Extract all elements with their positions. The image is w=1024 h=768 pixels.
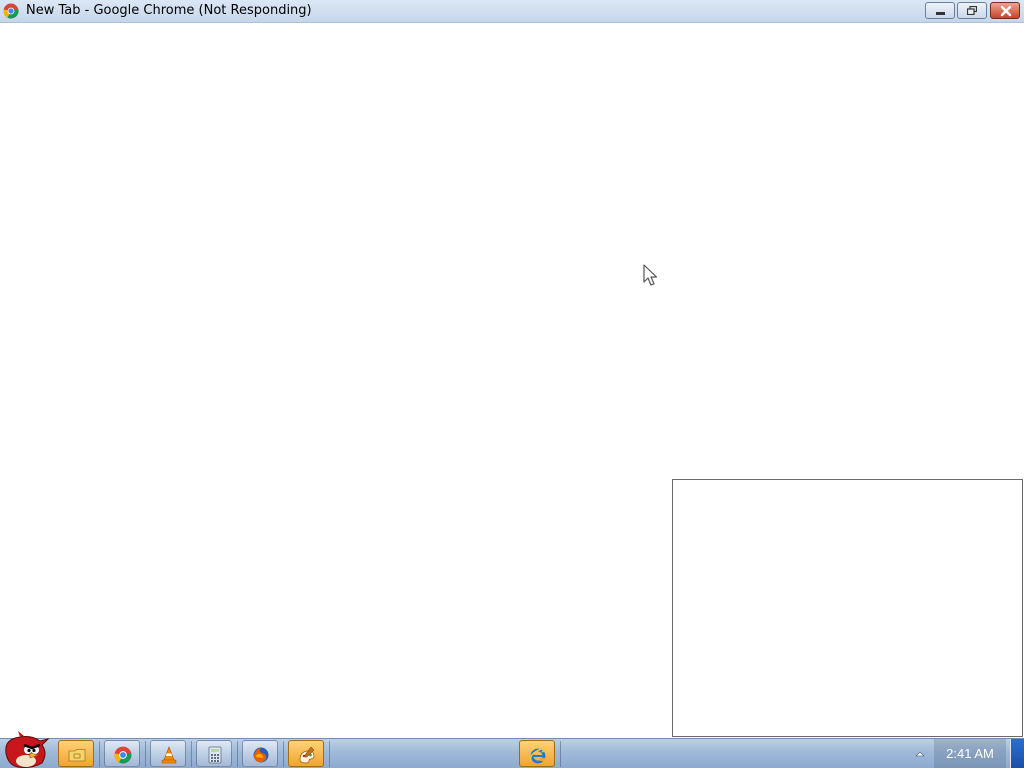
minimize-button[interactable] — [925, 2, 955, 19]
taskbar: 2:41 AM — [0, 731, 1024, 768]
taskbar-separator — [560, 741, 561, 767]
minimize-icon — [936, 12, 945, 15]
close-icon — [1000, 5, 1012, 17]
paint-icon — [299, 746, 315, 764]
angry-birds-icon[interactable] — [2, 731, 50, 768]
taskbar-separator — [237, 741, 238, 767]
taskbar-button-paint[interactable] — [288, 740, 324, 767]
calculator-icon — [208, 746, 222, 764]
taskbar-button-calculator[interactable] — [196, 740, 232, 767]
taskbar-button-firefox[interactable] — [242, 740, 278, 767]
ie-icon — [529, 746, 547, 764]
firefox-icon — [253, 747, 269, 763]
chrome-icon — [3, 3, 19, 19]
restore-icon — [967, 6, 977, 15]
taskbar-separator — [329, 741, 330, 767]
taskbar-separator — [145, 741, 146, 767]
chrome-icon — [114, 746, 132, 764]
taskbar-separator — [283, 741, 284, 767]
show-hidden-icons-arrow[interactable] — [914, 749, 926, 759]
blank-popup-window[interactable] — [672, 479, 1023, 737]
vlc-cone-icon — [161, 746, 177, 764]
taskbar-separator — [99, 741, 100, 767]
taskbar-button-internet-explorer[interactable] — [519, 740, 555, 767]
mouse-cursor-icon — [643, 264, 658, 286]
show-desktop-button[interactable] — [1010, 739, 1024, 768]
taskbar-separator — [191, 741, 192, 767]
taskbar-button-google-chrome[interactable] — [104, 740, 140, 767]
system-clock[interactable]: 2:41 AM — [934, 739, 1006, 768]
folder-icon — [68, 749, 86, 762]
taskbar-button-windows-explorer[interactable] — [58, 740, 94, 767]
restore-button[interactable] — [957, 2, 987, 19]
title-bar[interactable]: New Tab - Google Chrome (Not Responding) — [0, 0, 1024, 23]
close-button[interactable] — [990, 2, 1020, 19]
taskbar-button-vlc-media-player[interactable] — [150, 740, 186, 767]
window-title: New Tab - Google Chrome (Not Responding) — [26, 3, 312, 18]
screen: New Tab - Google Chrome (Not Responding) — [0, 0, 1024, 768]
